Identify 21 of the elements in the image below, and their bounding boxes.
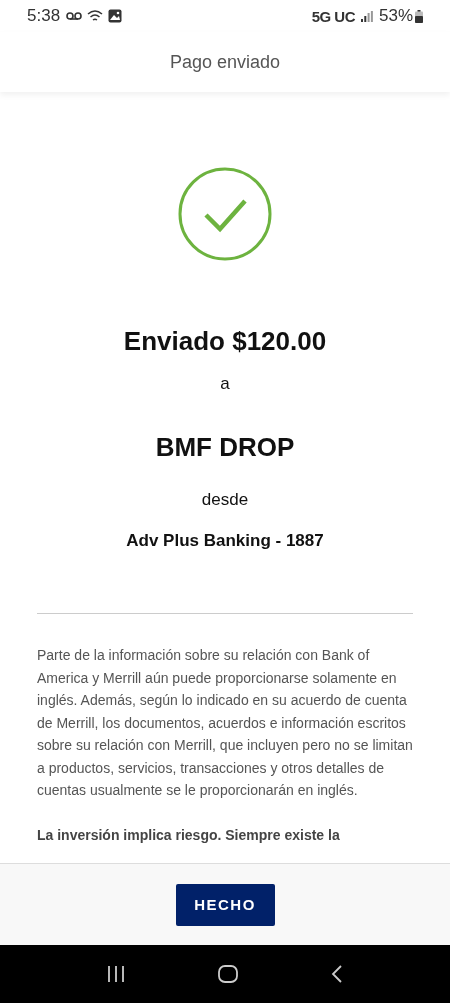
checkmark-circle-icon xyxy=(178,167,272,261)
battery-icon xyxy=(415,9,423,23)
back-icon[interactable] xyxy=(331,965,344,983)
wifi-icon xyxy=(87,9,104,23)
screen-title: Pago enviado xyxy=(169,51,281,73)
disclosure-paragraph: Parte de la información sobre su relación con Bank of America y Merrill aún puede proporcionarse solamente en inglés. Además, según lo indicado en su acuerdo de cuenta de Merrill, los documentos, acuerdos e información escritos sobre su relación con Merrill, que incluyen pero no se limitan a productos, servicios, transacciones y otros detalles de cuentas usualmente se le proporcionarán en inglés. xyxy=(37,646,413,800)
recipient-name: BMF DROP xyxy=(155,432,295,463)
recent-apps-icon[interactable] xyxy=(106,966,125,982)
from-label: desde xyxy=(201,490,249,510)
signal-icon xyxy=(360,10,373,22)
to-label: a xyxy=(220,374,230,394)
home-icon[interactable] xyxy=(218,965,238,983)
image-icon xyxy=(108,9,123,23)
network-type: 5G UC xyxy=(311,7,355,25)
account-name: Adv Plus Banking - 1887 xyxy=(126,531,324,551)
done-button[interactable]: HECHO xyxy=(175,883,275,926)
disclosure-paragraph: La inversión implica riesgo. Siempre existe la xyxy=(37,825,341,845)
amount-sent: Enviado $120.00 xyxy=(123,326,327,357)
battery-percent: 53% xyxy=(378,6,413,26)
clock-time: 5:38 xyxy=(27,6,61,26)
voicemail-icon xyxy=(66,12,83,20)
